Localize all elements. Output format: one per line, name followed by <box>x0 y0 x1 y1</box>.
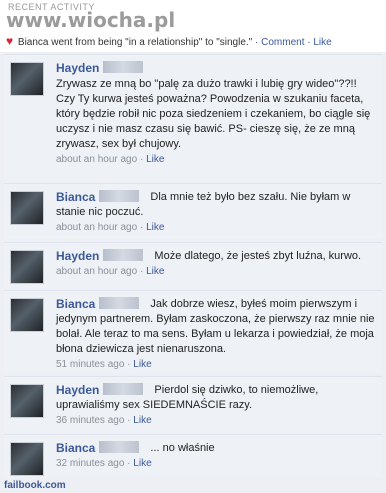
comment-time: about an hour ago <box>56 222 138 233</box>
comment-author[interactable]: Bianca <box>56 297 95 311</box>
comment-time: about an hour ago <box>56 154 138 165</box>
comment-like-link[interactable]: Like <box>146 222 164 233</box>
avatar[interactable] <box>10 442 44 476</box>
comment-author[interactable]: Hayden <box>56 249 99 263</box>
comment-time: 36 minutes ago <box>56 415 125 426</box>
comment-item: Hayden Pierdol się dziwko, to niemożliwe… <box>4 376 382 432</box>
avatar[interactable] <box>10 62 44 96</box>
comment-author[interactable]: Hayden <box>56 383 99 397</box>
comment-text: Zrywasz ze mną bo "palę za dużo trawki i… <box>56 78 371 150</box>
comment-meta: about an hour ago · Like <box>56 154 165 165</box>
blurred-surname <box>103 61 144 73</box>
comment-like-link[interactable]: Like <box>146 266 164 277</box>
comment-like-link[interactable]: Like <box>146 154 164 165</box>
comment-text: Może dlatego, że jesteś zbyt luźna, kurw… <box>154 250 362 262</box>
relationship-status-story: ♥ Bianca went from being "in a relations… <box>6 34 332 48</box>
blurred-surname <box>99 297 140 309</box>
activity-header: RECENT ACTIVITY www.wiocha.pl ♥ Bianca w… <box>0 0 386 52</box>
avatar[interactable] <box>10 250 44 284</box>
like-link[interactable]: Like <box>313 37 331 48</box>
comment-like-link[interactable]: Like <box>133 415 151 426</box>
status-text: Bianca went from being "in a relationshi… <box>17 37 253 48</box>
avatar[interactable] <box>10 384 44 418</box>
avatar[interactable] <box>10 298 44 332</box>
comment-time: 51 minutes ago <box>56 359 125 370</box>
comment-author[interactable]: Hayden <box>56 61 99 75</box>
comment-like-link[interactable]: Like <box>133 458 151 469</box>
comment-link[interactable]: Comment <box>261 37 304 48</box>
comment-meta: about an hour ago · Like <box>56 222 165 233</box>
comment-text: ... no właśnie <box>150 442 215 454</box>
comment-item: Bianca ... no właśnie 32 minutes ago · L… <box>4 434 382 478</box>
blurred-surname <box>99 190 140 202</box>
avatar[interactable] <box>10 191 44 225</box>
comment-meta: 51 minutes ago · Like <box>56 359 152 370</box>
comment-meta: about an hour ago · Like <box>56 266 165 277</box>
comment-item: Hayden Zrywasz ze mną bo "palę za dużo t… <box>4 54 382 182</box>
blurred-surname <box>99 441 140 453</box>
blurred-surname <box>103 383 144 395</box>
source-credit: failbook.com <box>4 480 66 491</box>
comment-time: about an hour ago <box>56 266 138 277</box>
broken-heart-icon: ♥ <box>6 34 14 48</box>
comment-author[interactable]: Bianca <box>56 441 95 455</box>
comment-meta: 32 minutes ago · Like <box>56 458 152 469</box>
blurred-surname <box>103 249 144 261</box>
comment-author[interactable]: Bianca <box>56 190 95 204</box>
watermark: www.wiocha.pl <box>6 8 176 32</box>
comment-item: Bianca Jak dobrze wiesz, byłeś moim pier… <box>4 290 382 374</box>
comment-time: 32 minutes ago <box>56 458 125 469</box>
comment-meta: 36 minutes ago · Like <box>56 415 152 426</box>
comment-like-link[interactable]: Like <box>133 359 151 370</box>
comment-item: Bianca Dla mnie też było bez szału. Nie … <box>4 183 382 239</box>
comment-item: Hayden Może dlatego, że jesteś zbyt luźn… <box>4 242 382 288</box>
